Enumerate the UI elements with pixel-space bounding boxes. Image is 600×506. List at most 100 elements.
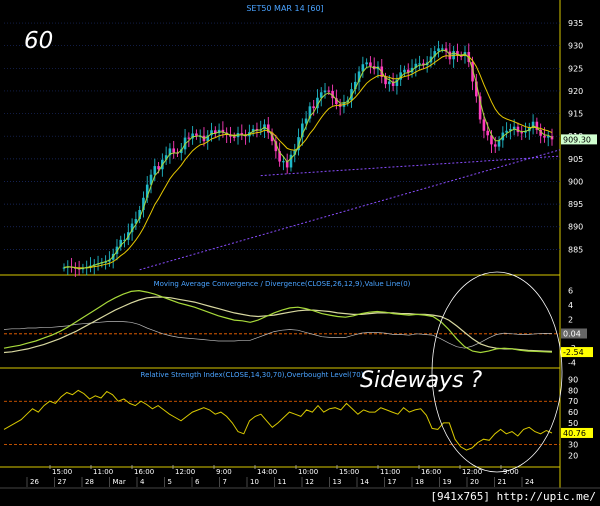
day-label: 11	[278, 478, 287, 486]
panel-frames	[0, 0, 600, 489]
day-label: 26	[30, 478, 39, 486]
time-axis: 15:00 11:00 16:00 12:00 9:00 14:00 10:00 15:00 1…	[26, 465, 534, 487]
candle-body	[312, 106, 315, 109]
candle-body	[520, 132, 524, 134]
hour-label: 16:00	[421, 468, 441, 476]
sideways-annotation: Sideways ?	[360, 368, 483, 393]
day-label: 27	[58, 478, 67, 486]
hour-label: 11:00	[93, 468, 113, 476]
hour-label: 12:00	[462, 468, 482, 476]
day-label: 13	[333, 478, 342, 486]
rsi-tick-label: 30	[568, 441, 578, 450]
candle-body	[493, 144, 497, 147]
price-panel: 885890895900905910915920925930935909.30	[4, 19, 597, 277]
rsi-tick-label: 50	[568, 419, 578, 428]
macd-title: Moving Average Convergence / Divergence(…	[154, 280, 411, 288]
candle-body	[543, 135, 546, 138]
candle-body	[153, 166, 157, 175]
candle-body	[505, 130, 508, 133]
day-label: 4	[140, 478, 145, 486]
rsi-tick-label: 90	[568, 376, 578, 385]
candle-body	[187, 137, 191, 139]
hour-label: 10:00	[298, 468, 318, 476]
day-label: 5	[168, 478, 172, 486]
macd-panel: -4-202460.04-2.54	[3, 287, 593, 368]
day-label: 12	[305, 478, 314, 486]
candle-body	[440, 48, 444, 50]
chart-title: SET50 MAR 14 [60]	[246, 4, 323, 13]
macd-tick-label: 2	[568, 315, 573, 324]
hour-label: 9:00	[503, 468, 519, 476]
rsi-tick-label: 60	[568, 408, 578, 417]
day-label: 14	[360, 478, 369, 486]
candle-body	[486, 130, 489, 136]
hour-label: 12:00	[175, 468, 195, 476]
candle-body	[418, 63, 421, 65]
last-price-label: 909.30	[563, 135, 591, 144]
candle-body	[195, 133, 198, 136]
candle-body	[232, 136, 236, 138]
price-tick-label: 905	[568, 155, 583, 164]
day-label: 7	[223, 478, 227, 486]
rsi-title: Relative Strength Index(CLOSE,14,30,70),…	[141, 371, 364, 379]
day-label: Mar	[113, 478, 126, 486]
day-label: 6	[195, 478, 200, 486]
price-tick-label: 920	[568, 87, 583, 96]
candle-body	[482, 119, 486, 131]
day-label: 10	[250, 478, 259, 486]
macd-tick-label: 6	[568, 287, 573, 296]
rsi-tick-label: 20	[568, 451, 578, 460]
candle-body	[289, 154, 293, 168]
price-tick-label: 890	[568, 223, 583, 232]
price-tick-label: 935	[568, 19, 583, 28]
rsi-tick-label: 80	[568, 386, 578, 395]
hour-label: 14:00	[257, 468, 277, 476]
candle-body	[388, 81, 391, 85]
price-tick-label: 900	[568, 177, 583, 186]
footer-credit: [941x765] http://upic.me/	[430, 490, 596, 503]
day-label: 21	[498, 478, 507, 486]
day-label: 19	[443, 478, 452, 486]
macd-signal-line	[3, 296, 553, 354]
hour-label: 9:00	[216, 468, 232, 476]
candle-body	[516, 126, 520, 133]
hour-label: 16:00	[134, 468, 154, 476]
candle-body	[365, 62, 368, 65]
trendline-lower	[260, 155, 561, 177]
timeframe-label: 60	[24, 28, 53, 54]
price-tick-label: 885	[568, 245, 583, 254]
candle-body	[369, 62, 372, 67]
candle-body	[323, 90, 327, 93]
price-tick-label: 915	[568, 110, 583, 119]
rsi-tick-label: 70	[568, 397, 578, 406]
macd-tick-label: -4	[568, 359, 576, 368]
ma-slow-line	[63, 54, 553, 269]
ma-fast-line	[63, 49, 553, 270]
candle-body	[437, 48, 440, 52]
day-label: 24	[525, 478, 534, 486]
hour-label: 15:00	[52, 468, 72, 476]
price-tick-label: 895	[568, 200, 583, 209]
macd-line	[3, 289, 553, 354]
day-label: 20	[470, 478, 479, 486]
candle-body	[282, 161, 285, 163]
chart-canvas: 885890895900905910915920925930935909.30 …	[0, 0, 600, 503]
day-label: 28	[85, 478, 94, 486]
macd-signal-label: -2.54	[563, 348, 584, 357]
rsi-line	[3, 389, 553, 451]
macd-tick-label: 4	[568, 301, 573, 310]
candle-body	[497, 140, 501, 147]
macd-value-label: 0.04	[563, 330, 581, 339]
hour-label: 15:00	[339, 468, 359, 476]
price-tick-label: 930	[568, 42, 583, 51]
candle-body	[327, 90, 331, 92]
candle-body	[172, 148, 176, 153]
hour-label: 11:00	[380, 468, 400, 476]
day-label: 17	[388, 478, 397, 486]
chart-root: 885890895900905910915920925930935909.30 …	[0, 0, 600, 506]
day-label: 18	[415, 478, 424, 486]
trendline-support	[139, 149, 561, 271]
candle-body	[403, 69, 406, 73]
candle-body	[157, 166, 160, 170]
rsi-value-label: 40.76	[563, 429, 586, 438]
